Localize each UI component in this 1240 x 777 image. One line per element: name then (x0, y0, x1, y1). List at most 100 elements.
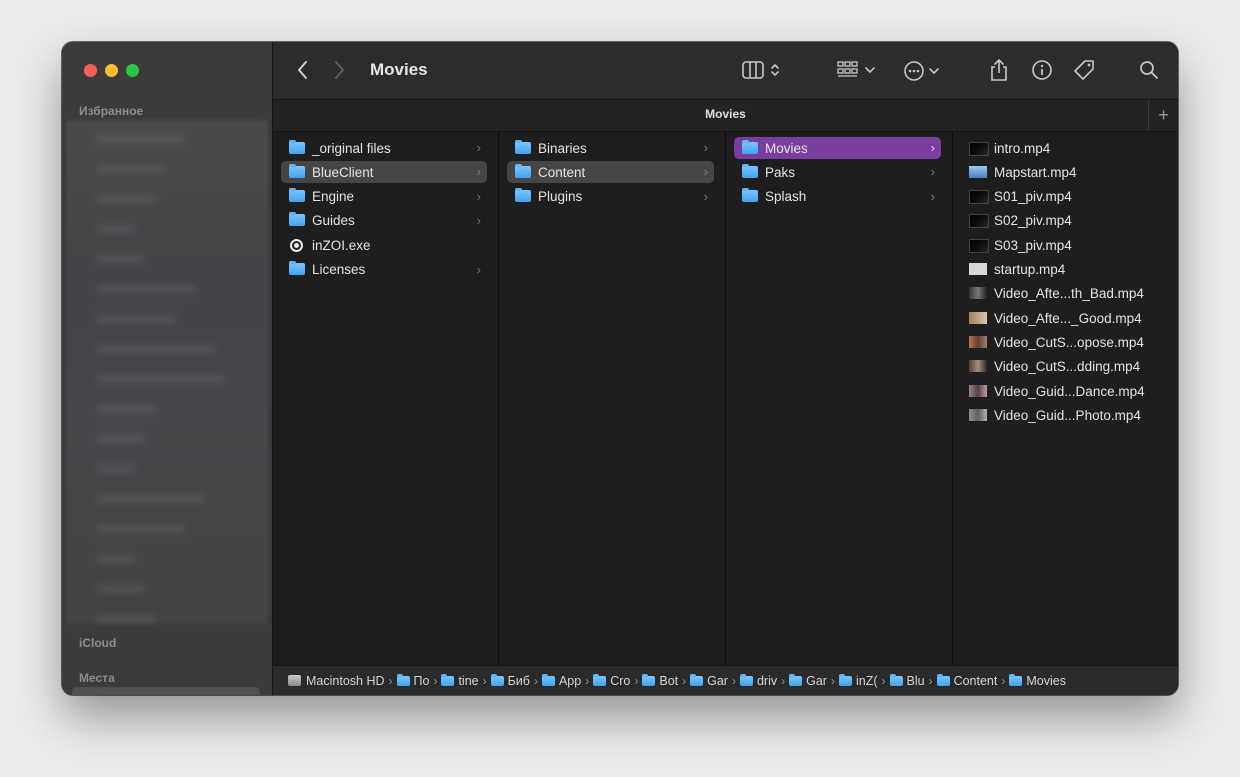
hard-drive-icon (288, 675, 301, 686)
file-item[interactable]: Video_Afte..._Good.mp4 (961, 307, 1167, 329)
folder-icon (289, 188, 305, 203)
folder-item[interactable]: Binaries › (507, 137, 714, 159)
path-segment-label: Gar (806, 673, 827, 688)
tab-movies[interactable]: Movies (273, 107, 1178, 121)
path-segment[interactable]: По (396, 673, 429, 688)
home-folder-icon (396, 673, 410, 686)
file-item[interactable]: startup.mp4 (961, 259, 1167, 281)
folder-icon (289, 163, 305, 179)
folder-item[interactable]: Content › (507, 161, 714, 184)
group-button[interactable] (836, 60, 878, 80)
sidebar-item-selected[interactable] (72, 687, 260, 695)
folder-item[interactable]: _original files › (281, 137, 487, 159)
folder-icon (742, 139, 758, 155)
info-button[interactable] (1031, 59, 1053, 81)
file-item[interactable]: Video_CutS...opose.mp4 (961, 331, 1167, 353)
folder-item[interactable]: Paks › (734, 161, 941, 183)
chevron-right-icon: › (703, 140, 708, 155)
share-button[interactable] (989, 58, 1009, 82)
folder-item[interactable]: Guides › (281, 210, 487, 232)
file-item[interactable]: S01_piv.mp4 (961, 186, 1167, 208)
folder-item[interactable]: BlueClient › (281, 161, 487, 184)
chevron-left-icon (298, 61, 307, 79)
path-segment[interactable]: tine (441, 673, 479, 688)
folder-icon (742, 188, 758, 203)
item-label: Licenses (312, 262, 366, 277)
folder-icon-shape (289, 261, 305, 275)
back-button[interactable] (297, 60, 309, 80)
path-segment[interactable]: Blu (889, 673, 925, 688)
folder-icon-shape (289, 163, 305, 178)
file-item[interactable]: Video_Afte...th_Bad.mp4 (961, 283, 1167, 305)
folder-icon (441, 673, 455, 686)
column-2[interactable]: Binaries › Content › Plugins › (499, 131, 726, 665)
path-segment-label: Movies (1026, 673, 1066, 688)
forward-button[interactable] (333, 60, 345, 80)
item-label: Video_CutS...opose.mp4 (994, 334, 1144, 350)
action-menu-button[interactable] (903, 60, 945, 82)
path-segment-label: Content (953, 673, 998, 688)
item-label: Mapstart.mp4 (994, 164, 1077, 180)
toolbar: Movies (273, 42, 1178, 99)
sidebar-heading-favorites: Избранное (79, 104, 144, 118)
column-1[interactable]: _original files › BlueClient › Engine › Guides… (273, 131, 499, 665)
video-file-icon (969, 360, 987, 373)
chevron-right-icon: › (930, 188, 935, 204)
path-separator-icon: › (830, 673, 835, 688)
column-3[interactable]: Movies › Paks › Splash › (726, 131, 953, 665)
window-title: Movies (370, 60, 428, 79)
tags-button[interactable] (1072, 59, 1096, 83)
sidebar-favorites-list-blurred[interactable] (66, 120, 268, 624)
folder-icon (690, 673, 704, 686)
path-separator-icon: › (781, 673, 786, 688)
item-label: Movies (765, 140, 808, 156)
file-item[interactable]: Video_Guid...Dance.mp4 (961, 380, 1167, 402)
video-file-icon-shape (969, 384, 987, 397)
path-segment[interactable]: Биб (490, 673, 530, 688)
path-segment[interactable]: inZ( (838, 673, 878, 688)
folder-icon (289, 212, 305, 227)
folder-item[interactable]: Licenses › (281, 259, 487, 281)
folder-icon-shape (515, 139, 531, 154)
column-browser: _original files › BlueClient › Engine › Guides… (273, 131, 1178, 665)
path-segment[interactable]: Movies (1009, 673, 1066, 688)
executable-icon-shape (290, 238, 303, 252)
column-4[interactable]: intro.mp4 Mapstart.mp4 S01_piv.mp4 S02_piv.… (953, 131, 1178, 665)
folder-icon-shape (515, 188, 531, 203)
sidebar-heading-places: Места (79, 671, 115, 685)
path-segment[interactable]: Content (936, 673, 998, 688)
folder-item[interactable]: Plugins › (507, 186, 714, 208)
path-segment[interactable]: Cro (593, 673, 630, 688)
path-segment[interactable]: driv (739, 673, 777, 688)
sidebar-heading-icloud: iCloud (79, 636, 117, 650)
folder-item[interactable]: Movies › (734, 137, 941, 159)
item-label: Splash (765, 189, 807, 205)
chevron-right-icon: › (476, 261, 481, 277)
file-item[interactable]: S02_piv.mp4 (961, 210, 1167, 232)
file-item[interactable]: Mapstart.mp4 (961, 161, 1167, 183)
path-segment[interactable]: Gar (690, 673, 728, 688)
grid-group-icon (837, 61, 875, 77)
folder-item[interactable]: Engine › (281, 186, 487, 208)
search-button[interactable] (1139, 60, 1159, 80)
folder-item[interactable]: inZOI.exe (281, 234, 487, 256)
zoom-window-button[interactable] (126, 64, 139, 77)
folder-item[interactable]: Splash › (734, 186, 941, 208)
path-segment[interactable]: App (541, 673, 581, 688)
new-tab-button[interactable]: + (1148, 100, 1178, 131)
file-item[interactable]: intro.mp4 (961, 137, 1167, 159)
path-segment[interactable]: Gar (789, 673, 827, 688)
path-separator-icon: › (482, 673, 487, 688)
chevron-right-icon: › (703, 164, 708, 180)
folder-icon (593, 673, 607, 686)
file-item[interactable]: S03_piv.mp4 (961, 234, 1167, 256)
close-window-button[interactable] (84, 64, 97, 77)
view-mode-button[interactable] (741, 60, 787, 80)
minimize-window-button[interactable] (105, 64, 118, 77)
file-item[interactable]: Video_Guid...Photo.mp4 (961, 404, 1167, 426)
path-segment[interactable]: Macintosh HD (288, 674, 385, 688)
path-segment[interactable]: Bot (642, 673, 678, 688)
file-item[interactable]: Video_CutS...dding.mp4 (961, 356, 1167, 378)
chevron-right-icon: › (476, 164, 481, 180)
item-label: S02_piv.mp4 (994, 213, 1072, 229)
